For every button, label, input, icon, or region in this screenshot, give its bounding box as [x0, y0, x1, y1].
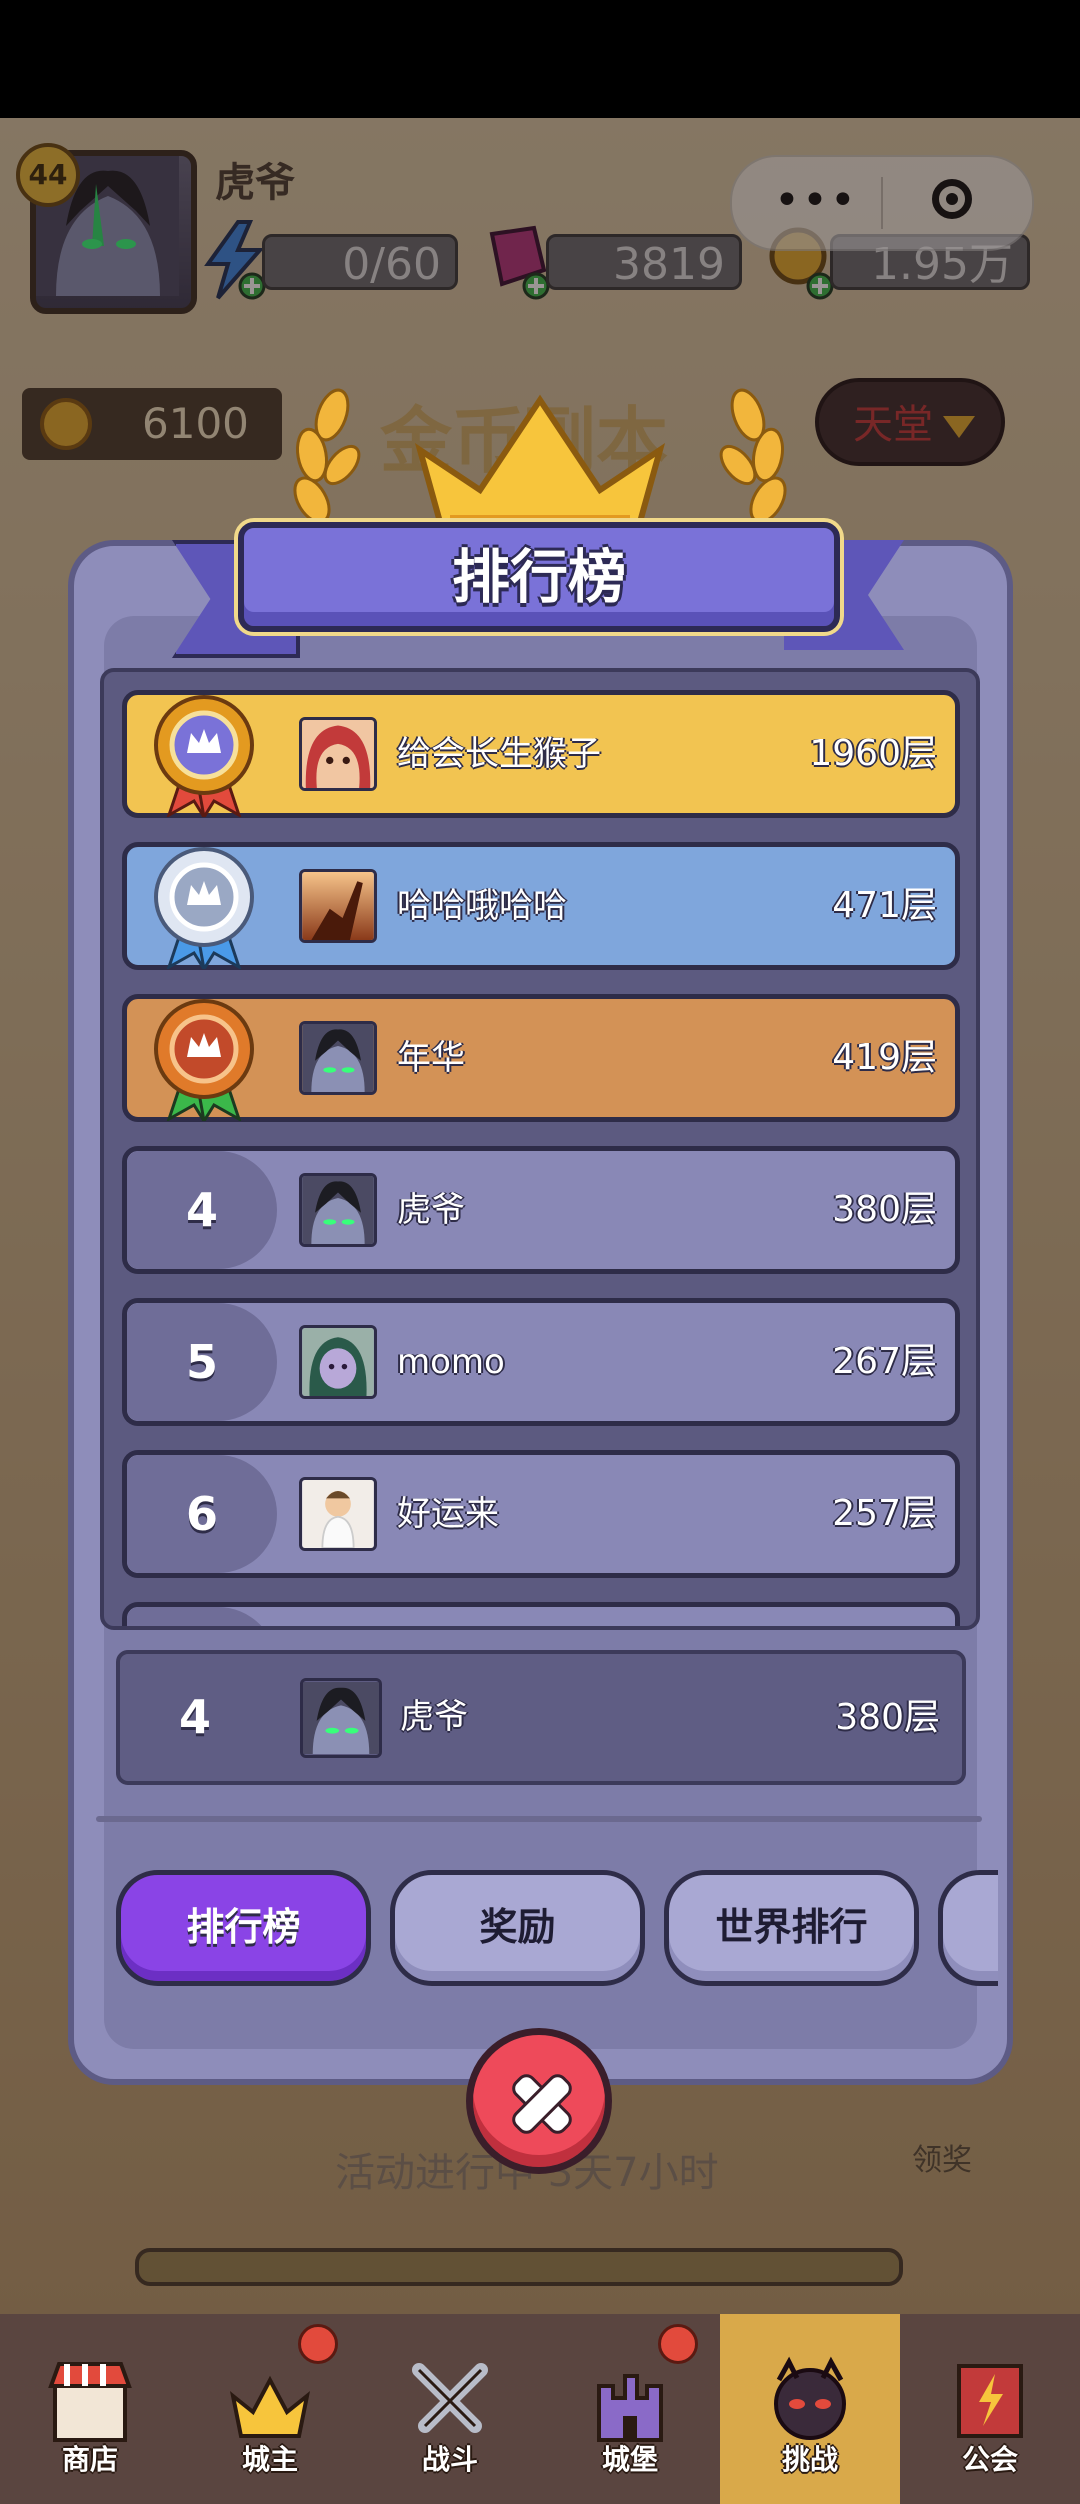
- player-avatar[interactable]: [300, 1678, 382, 1758]
- floor-count: 257层: [832, 1493, 937, 1534]
- laurel-right-icon: [719, 388, 787, 524]
- player-avatar[interactable]: [299, 1477, 377, 1551]
- player-name: 年华: [397, 1038, 465, 1078]
- player-name: 虎爷: [397, 1190, 465, 1230]
- player-avatar[interactable]: [299, 717, 377, 791]
- player-avatar[interactable]: [299, 1325, 377, 1399]
- shop-icon: [48, 2362, 132, 2442]
- player-name: momo: [397, 1342, 505, 1382]
- leaderboard-list[interactable]: 给会长生猴子 1960层 哈哈哦哈哈 471层 年华 419层 4 虎爷 380…: [100, 668, 980, 1630]
- modal-title: 排行榜: [451, 543, 626, 611]
- nav-label: 挑战: [781, 2443, 838, 2476]
- nav-label: 商店: [61, 2443, 118, 2476]
- nav-item-challenge[interactable]: 挑战: [720, 2314, 900, 2504]
- player-avatar[interactable]: [299, 1021, 377, 1095]
- player-name: 好运来: [397, 1494, 499, 1534]
- leaderboard-row[interactable]: 4 虎爷 380层: [122, 1146, 960, 1274]
- nav-label: 城主: [241, 2443, 298, 2476]
- floor-count: 471层: [832, 885, 937, 926]
- nav-item-shop[interactable]: 商店: [0, 2314, 180, 2504]
- floor-count: 380层: [835, 1697, 940, 1738]
- castle-icon: [597, 2374, 663, 2442]
- leaderboard-row[interactable]: 年华 419层: [122, 994, 960, 1122]
- tab-rewards[interactable]: 奖励: [390, 1870, 645, 1986]
- rank-tab: [127, 1607, 277, 1626]
- nav-item-castle[interactable]: 城堡: [540, 2314, 720, 2504]
- gold-medal-icon: [154, 695, 254, 817]
- nav-label: 公会: [961, 2443, 1018, 2476]
- leaderboard-row[interactable]: 哈哈哦哈哈 471层: [122, 842, 960, 970]
- close-button[interactable]: [466, 2028, 612, 2174]
- silver-medal-icon: [154, 847, 254, 969]
- player-name: 虎爷: [400, 1697, 468, 1737]
- modal-divider: [96, 1816, 982, 1822]
- crown-icon: [229, 2375, 311, 2438]
- player-avatar[interactable]: [299, 1173, 377, 1247]
- player-name: 给会长生猴子: [397, 734, 601, 774]
- nav-label: 战斗: [421, 2443, 478, 2476]
- status-bar: [0, 0, 1080, 118]
- nav-label: 城堡: [601, 2443, 658, 2476]
- rank-number: 6: [185, 1487, 218, 1541]
- tab-more[interactable]: [938, 1870, 998, 1986]
- floor-count: 419层: [832, 1037, 937, 1078]
- notification-dot: [658, 2324, 698, 2364]
- nav-item-guild[interactable]: 公会: [900, 2314, 1080, 2504]
- player-name: 哈哈哦哈哈: [397, 886, 567, 926]
- floor-count: 1960层: [809, 733, 937, 774]
- rank-number: 4: [185, 1183, 218, 1237]
- leaderboard-row[interactable]: 给会长生猴子 1960层: [122, 690, 960, 818]
- rank-number: 5: [185, 1335, 218, 1389]
- rank-number: 4: [178, 1690, 211, 1744]
- notification-dot: [298, 2324, 338, 2364]
- swords-icon: [412, 2363, 488, 2433]
- leaderboard-row[interactable]: 5 momo 267层: [122, 1298, 960, 1426]
- floor-count: 380层: [832, 1189, 937, 1230]
- banner-icon: [957, 2364, 1023, 2438]
- nav-item-battle[interactable]: 战斗: [360, 2314, 540, 2504]
- demon-icon: [774, 2356, 846, 2440]
- my-rank-row: 4 虎爷 380层: [116, 1650, 966, 1785]
- tab-world-ranking[interactable]: 世界排行: [664, 1870, 919, 1986]
- bronze-medal-icon: [154, 999, 254, 1121]
- tab-leaderboard[interactable]: 排行榜: [116, 1870, 371, 1986]
- player-avatar[interactable]: [299, 869, 377, 943]
- leaderboard-row[interactable]: [122, 1602, 960, 1626]
- nav-item-lord[interactable]: 城主: [180, 2314, 360, 2504]
- leaderboard-row[interactable]: 6 好运来 257层: [122, 1450, 960, 1578]
- laurel-left-icon: [293, 388, 361, 524]
- floor-count: 267层: [832, 1341, 937, 1382]
